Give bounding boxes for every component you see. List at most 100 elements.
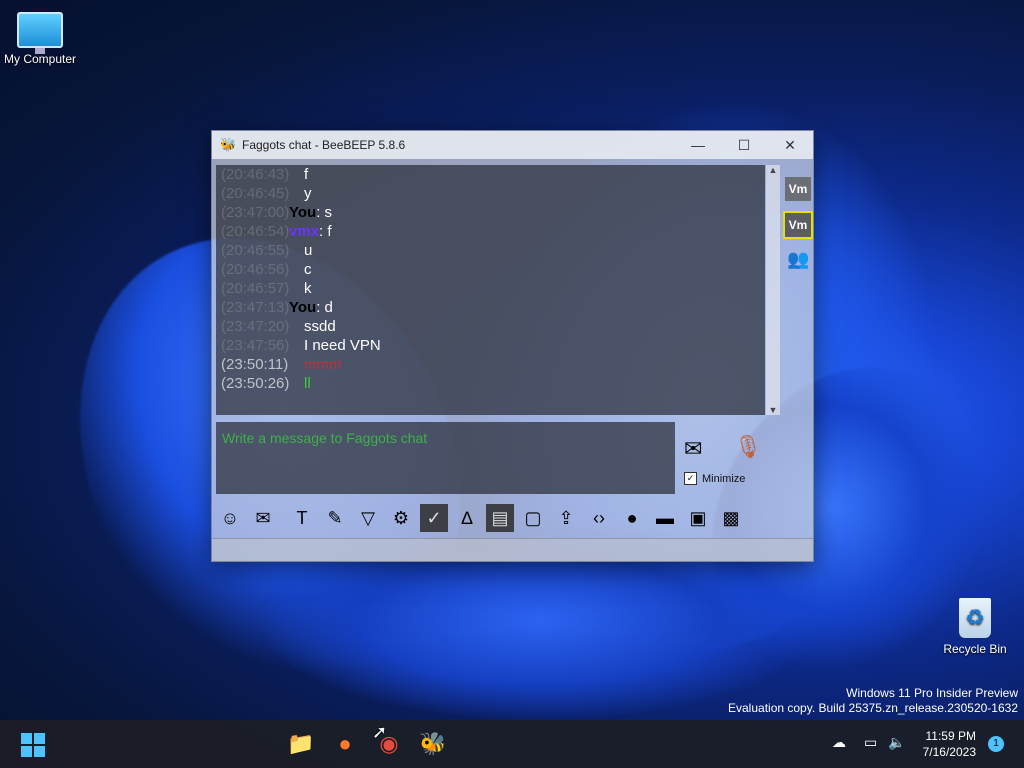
title-bar[interactable]: 🐝 Faggots chat - BeeBEEP 5.8.6 — ☐ ✕ — [212, 131, 813, 159]
group-chat-icon[interactable]: 👥 — [787, 249, 811, 270]
chat-toolbar: ☺ ✉ T ✎ ▽ ⚙ ✓ ∆ ▤ ▢ ⇪ ‹› ● ▬ ▣ ▩ — [216, 501, 806, 535]
send-controls: ✉ 🎙 ✓ Minimize — [682, 422, 778, 494]
chat-message: (23:47:20) ssdd — [221, 318, 336, 335]
minimize-button[interactable]: — — [675, 137, 721, 153]
message-text: k — [304, 280, 312, 297]
clear-history-icon[interactable]: ▬ — [651, 504, 679, 532]
firefox-icon[interactable]: ● — [329, 728, 361, 760]
volume-icon[interactable]: 🔈 — [888, 734, 905, 751]
desktop-icon-recycle-bin[interactable]: ♻ Recycle Bin — [940, 598, 1010, 656]
message-text: f — [304, 166, 309, 183]
message-timestamp: (20:46:45) — [221, 185, 290, 202]
notification-badge[interactable]: 1 — [988, 736, 1004, 752]
send-file-icon[interactable]: ⇪ — [552, 504, 580, 532]
microphone-icon[interactable]: 🎙 — [734, 434, 762, 460]
beebeep-icon: 🐝 — [220, 137, 237, 152]
chat-message: (23:47:00)You: s — [221, 204, 332, 221]
message-text: mmm — [304, 356, 342, 373]
chat-message: (20:46:56) c — [221, 261, 312, 278]
scroll-down-icon[interactable]: ▼ — [766, 405, 780, 415]
computer-icon — [17, 12, 63, 54]
clock[interactable]: 11:59 PM 7/16/2023 — [912, 728, 976, 760]
message-timestamp: (20:46:57) — [221, 280, 290, 297]
mouse-cursor-icon: ➚ — [372, 722, 388, 742]
watermark-line: Evaluation copy. Build 25375.zn_release.… — [728, 701, 1018, 715]
maximize-button[interactable]: ☐ — [721, 137, 767, 154]
chat-message: (20:46:57) k — [221, 280, 312, 297]
message-placeholder: Write a message to Faggots chat — [222, 430, 428, 446]
message-timestamp: (23:50:11) — [221, 356, 289, 373]
message-timestamp: (23:47:56) — [221, 337, 290, 354]
chat-message: (20:46:54)vmx: f — [221, 223, 332, 240]
settings-gear-icon[interactable]: ⚙ — [387, 504, 415, 532]
message-timestamp: (20:46:56) — [221, 261, 290, 278]
message-timestamp: (20:46:55) — [221, 242, 290, 259]
chat-scrollbar[interactable]: ▲ ▼ — [766, 165, 780, 415]
checkbox-box[interactable]: ✓ — [684, 472, 697, 485]
emoticon-icon[interactable]: ☺ — [216, 504, 244, 532]
desktop-icon-label: Recycle Bin — [943, 642, 1007, 656]
filter-icon[interactable]: ▽ — [354, 504, 382, 532]
chat-window: 🐝 Faggots chat - BeeBEEP 5.8.6 — ☐ ✕ (20… — [211, 130, 814, 562]
recycle-bin-icon: ♻ — [959, 598, 991, 638]
desktop-icon-my-computer[interactable]: My Computer — [2, 12, 78, 66]
spellcheck-icon[interactable]: ✓ — [420, 504, 448, 532]
message-text: y — [304, 185, 312, 202]
chat-message: (20:46:45) y — [221, 185, 312, 202]
vm-user-button-selected[interactable]: Vm — [783, 211, 813, 239]
message-sender: vmx — [289, 223, 320, 240]
display-icon[interactable]: ▭ — [864, 734, 877, 751]
message-text: c — [304, 261, 312, 278]
color-pen-icon[interactable]: ✎ — [321, 504, 349, 532]
beebeep-taskbar-icon[interactable]: 🐝 — [417, 728, 449, 760]
message-text: : d — [316, 299, 333, 316]
clock-time: 11:59 PM — [925, 729, 976, 743]
message-timestamp: (20:46:43) — [221, 166, 290, 183]
network-off-icon[interactable]: ☁ — [832, 734, 846, 751]
windows-watermark: Windows 11 Pro Insider Preview Evaluatio… — [728, 686, 1018, 716]
save-chat-icon[interactable]: ▣ — [684, 504, 712, 532]
minimize-checkbox[interactable]: ✓ Minimize — [684, 472, 745, 485]
minimize-label: Minimize — [702, 472, 746, 485]
chat-message: (20:46:55) u — [221, 242, 312, 259]
message-text: I need VPN — [304, 337, 381, 354]
close-button[interactable]: ✕ — [767, 137, 813, 154]
chat-message: (23:50:11) mmm — [221, 356, 342, 373]
chat-message: (23:50:26) ll — [221, 375, 311, 392]
html-code-icon[interactable]: ‹› — [585, 504, 613, 532]
send-email-icon[interactable]: ✉ — [249, 504, 277, 532]
message-timestamp: (23:50:26) — [221, 375, 290, 392]
watermark-line: Windows 11 Pro Insider Preview — [846, 686, 1018, 700]
message-text: ssdd — [304, 318, 336, 335]
taskbar: 📁 ● ◉ 🐝 ☁ ▭ 🔈 11:59 PM 7/16/2023 — [0, 720, 1024, 768]
file-explorer-icon[interactable]: 📁 — [285, 728, 317, 760]
message-sender: You — [289, 299, 317, 316]
message-input[interactable]: Write a message to Faggots chat — [216, 422, 675, 494]
status-bar — [212, 538, 813, 561]
chat-message: (23:47:56) I need VPN — [221, 337, 381, 354]
document-icon[interactable]: ▢ — [519, 504, 547, 532]
vm-user-button[interactable]: Vm — [785, 177, 811, 201]
windows-logo-icon — [21, 733, 49, 757]
message-timestamp: (23:47:20) — [221, 318, 290, 335]
scroll-up-icon[interactable]: ▲ — [766, 165, 780, 175]
chat-history[interactable]: (20:46:43) f (20:46:45) y (23:47:00)You: s (2… — [216, 165, 765, 415]
send-message-icon[interactable]: ✉ — [684, 436, 702, 462]
window-title: Faggots chat - BeeBEEP 5.8.6 — [242, 138, 406, 152]
chat-message: (23:47:13)You: d — [221, 299, 333, 316]
message-text: : f — [319, 223, 332, 240]
chat-message: (20:46:43) f — [221, 166, 308, 183]
font-icon[interactable]: T — [288, 504, 316, 532]
message-text: u — [304, 242, 313, 259]
start-button[interactable] — [17, 728, 49, 760]
message-text: ll — [304, 375, 311, 392]
desktop-icon-label: My Computer — [3, 52, 77, 66]
record-icon[interactable]: ● — [618, 504, 646, 532]
side-panel: Vm Vm 👥 — [783, 165, 813, 498]
word-completion-icon[interactable]: ∆ — [453, 504, 481, 532]
message-text: : s — [316, 204, 333, 221]
clock-date: 7/16/2023 — [922, 745, 976, 759]
floppy-save-icon[interactable]: ▩ — [717, 504, 745, 532]
message-sender: You — [289, 204, 317, 221]
note-icon[interactable]: ▤ — [486, 504, 514, 532]
